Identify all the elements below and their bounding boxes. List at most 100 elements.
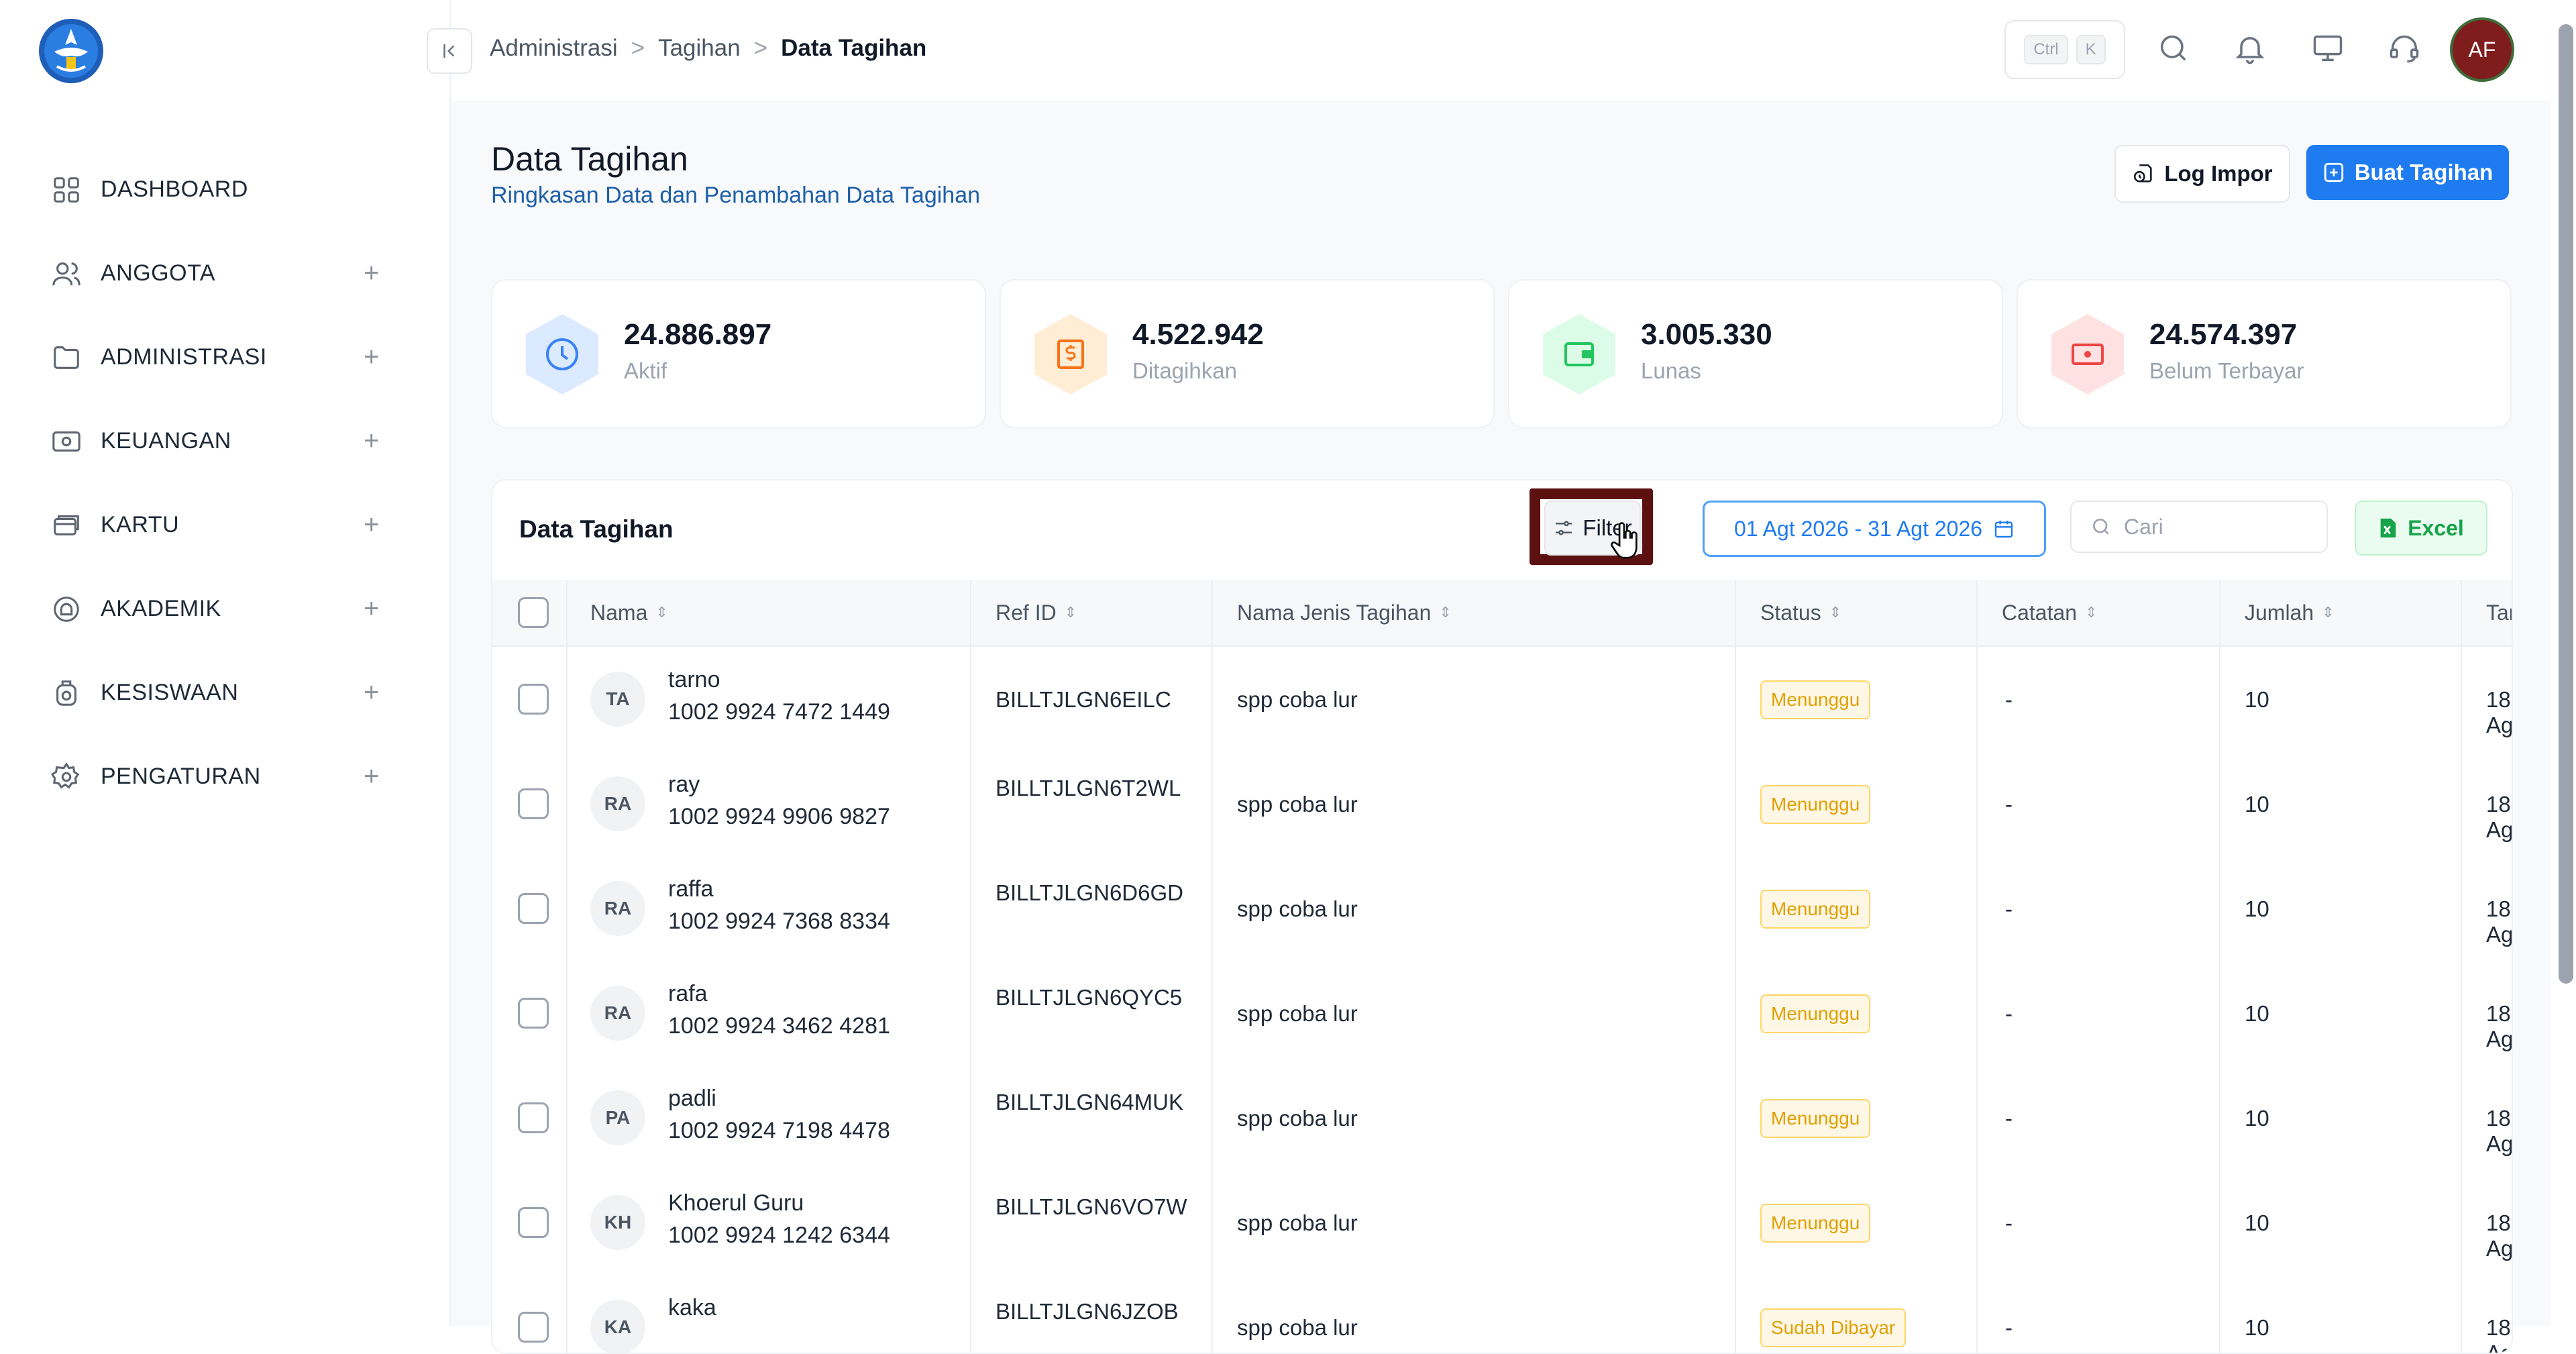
column-header-nama-jenis-tagihan[interactable]: Nama Jenis Tagihan ⇕ <box>1237 580 1452 645</box>
table-row[interactable]: RA ray 1002 9924 9906 9827 BILLTJLGN6T2W… <box>492 751 2512 857</box>
expand-plus-icon[interactable]: + <box>364 426 379 456</box>
column-header-nama[interactable]: Nama ⇕ <box>590 580 668 645</box>
filter-sliders-icon <box>1556 521 1572 535</box>
main-content: Data Tagihan Ringkasan Data dan Penambah… <box>451 101 2551 1354</box>
expand-plus-icon[interactable]: + <box>364 678 379 708</box>
sidebar-item-keuangan[interactable]: KEUANGAN + <box>0 399 449 483</box>
status-badge: Menunggu <box>1760 1204 1871 1243</box>
row-jumlah: 10 <box>2245 792 2269 817</box>
scrollbar-thumb[interactable] <box>2559 24 2573 984</box>
command-palette-shortcut[interactable]: Ctrl K <box>2004 20 2125 79</box>
table-row[interactable]: RA raffa 1002 9924 7368 8334 BILLTJLGN6D… <box>492 856 2512 962</box>
sort-icon: ⇕ <box>1064 604 1077 621</box>
select-all-checkbox[interactable] <box>518 597 549 628</box>
search-input[interactable]: Cari <box>2070 501 2328 553</box>
search-icon[interactable] <box>2156 31 2191 66</box>
gear-icon <box>51 762 82 792</box>
table-row[interactable]: KA kaka BILLTJLGN6JZOB spp coba lur Suda… <box>492 1275 2512 1353</box>
row-jumlah: 10 <box>2245 1001 2269 1026</box>
status-badge: Menunggu <box>1760 1099 1871 1138</box>
row-ref-id: BILLTJLGN6D6GD <box>996 880 1183 905</box>
row-checkbox[interactable] <box>518 684 549 715</box>
tut-wuri-handayani-logo[interactable] <box>37 17 105 85</box>
table-row[interactable]: RA rafa 1002 9924 3462 4281 BILLTJLGN6QY… <box>492 961 2512 1067</box>
row-checkbox[interactable] <box>518 893 549 924</box>
table-row[interactable]: KH Khoerul Guru 1002 9924 1242 6344 BILL… <box>492 1170 2512 1276</box>
stats-row: 24.886.897 Aktif 4.522.942 Ditagihkan 3.… <box>491 279 2512 428</box>
row-ref-id: BILLTJLGN6JZOB <box>996 1299 1179 1324</box>
expand-plus-icon[interactable]: + <box>364 342 379 372</box>
sidebar-item-kartu[interactable]: KARTU + <box>0 483 449 567</box>
excel-label: Excel <box>2408 515 2464 540</box>
row-checkbox[interactable] <box>518 1312 549 1343</box>
user-avatar[interactable]: AF <box>2453 20 2512 79</box>
import-log-icon <box>2134 164 2152 183</box>
row-jenis-tagihan: spp coba lur <box>1237 896 1358 921</box>
column-header-label: Ref ID <box>996 600 1057 625</box>
column-header-label: Nama <box>590 600 648 625</box>
row-name: ray <box>668 772 700 797</box>
sidebar-item-label: KARTU <box>101 512 180 537</box>
column-header-status[interactable]: Status ⇕ <box>1760 580 1841 645</box>
expand-plus-icon[interactable]: + <box>364 258 379 289</box>
breadcrumb-tagihan[interactable]: Tagihan <box>658 35 741 62</box>
avatar: KA <box>590 1300 645 1353</box>
table-row[interactable]: TA tarno 1002 9924 7472 1449 BILLTJLGN6E… <box>492 647 2512 753</box>
row-jenis-tagihan: spp coba lur <box>1237 687 1358 712</box>
row-tanggal: 18 Agu <box>2486 1001 2513 1051</box>
row-ref-id: BILLTJLGN64MUK <box>996 1090 1183 1114</box>
row-number: 1002 9924 7198 4478 <box>668 1118 890 1143</box>
buat-tagihan-button[interactable]: Buat Tagihan <box>2306 145 2509 200</box>
column-header-ref-id[interactable]: Ref ID ⇕ <box>996 580 1077 645</box>
support-headset-icon[interactable] <box>2387 31 2422 66</box>
sidebar-item-label: DASHBOARD <box>101 176 248 202</box>
expand-plus-icon[interactable]: + <box>364 762 379 792</box>
column-header-tanggal[interactable]: Tangg <box>2486 580 2512 645</box>
status-badge: Sudah Dibayar <box>1760 1308 1907 1347</box>
clock-icon <box>523 313 601 396</box>
status-badge: Menunggu <box>1760 680 1871 719</box>
expand-plus-icon[interactable]: + <box>364 594 379 624</box>
sidebar-item-label: AKADEMIK <box>101 596 221 621</box>
collapse-sidebar-button[interactable] <box>427 28 472 74</box>
sidebar-item-anggota[interactable]: ANGGOTA + <box>0 231 449 315</box>
data-tagihan-table-card: Data Tagihan Filter 01 Agt 2026 - 31 Agt… <box>491 479 2513 1354</box>
sidebar-item-kesiswaan[interactable]: KESISWAAN + <box>0 651 449 735</box>
breadcrumb-administrasi[interactable]: Administrasi <box>490 35 618 62</box>
row-jenis-tagihan: spp coba lur <box>1237 1210 1358 1235</box>
row-name: tarno <box>668 667 720 692</box>
row-checkbox[interactable] <box>518 998 549 1029</box>
row-name: rafa <box>668 981 708 1006</box>
row-name: padli <box>668 1086 716 1111</box>
status-badge: Menunggu <box>1760 994 1871 1033</box>
row-checkbox[interactable] <box>518 1102 549 1133</box>
row-jenis-tagihan: spp coba lur <box>1237 1315 1358 1340</box>
row-catatan: - <box>2005 1315 2012 1340</box>
row-tanggal: 18 Agu <box>2486 687 2513 737</box>
sidebar-item-akademik[interactable]: AKADEMIK + <box>0 567 449 651</box>
row-number: 1002 9924 7472 1449 <box>668 699 890 725</box>
column-header-jumlah[interactable]: Jumlah ⇕ <box>2245 580 2334 645</box>
avatar: TA <box>590 672 645 727</box>
sidebar-item-pengaturan[interactable]: PENGATURAN + <box>0 735 449 819</box>
bell-icon[interactable] <box>2233 31 2267 66</box>
column-header-label: Status <box>1760 600 1821 625</box>
row-checkbox[interactable] <box>518 788 549 819</box>
table-card-title: Data Tagihan <box>519 515 674 543</box>
monitor-icon[interactable] <box>2310 31 2345 66</box>
breadcrumb: Administrasi > Tagihan > Data Tagihan <box>490 35 926 62</box>
excel-export-button[interactable]: Excel <box>2355 501 2487 556</box>
stat-card-aktif: 24.886.897 Aktif <box>491 279 986 428</box>
row-checkbox[interactable] <box>518 1207 549 1238</box>
row-number: 1002 9924 1242 6344 <box>668 1222 890 1248</box>
table-header: Nama ⇕ Ref ID ⇕ Nama Jenis Tagihan ⇕ Status… <box>492 580 2512 647</box>
table-row[interactable]: PA padli 1002 9924 7198 4478 BILLTJLGN64… <box>492 1065 2512 1171</box>
log-impor-button[interactable]: Log Impor <box>2114 145 2290 203</box>
date-range-picker[interactable]: 01 Agt 2026 - 31 Agt 2026 <box>1703 501 2046 557</box>
expand-plus-icon[interactable]: + <box>364 510 379 540</box>
sidebar-item-dashboard[interactable]: DASHBOARD <box>0 148 449 231</box>
card-icon <box>51 510 82 541</box>
column-header-catatan[interactable]: Catatan ⇕ <box>2002 580 2098 645</box>
row-name: Khoerul Guru <box>668 1190 804 1216</box>
sidebar-item-administrasi[interactable]: ADMINISTRASI + <box>0 315 449 399</box>
